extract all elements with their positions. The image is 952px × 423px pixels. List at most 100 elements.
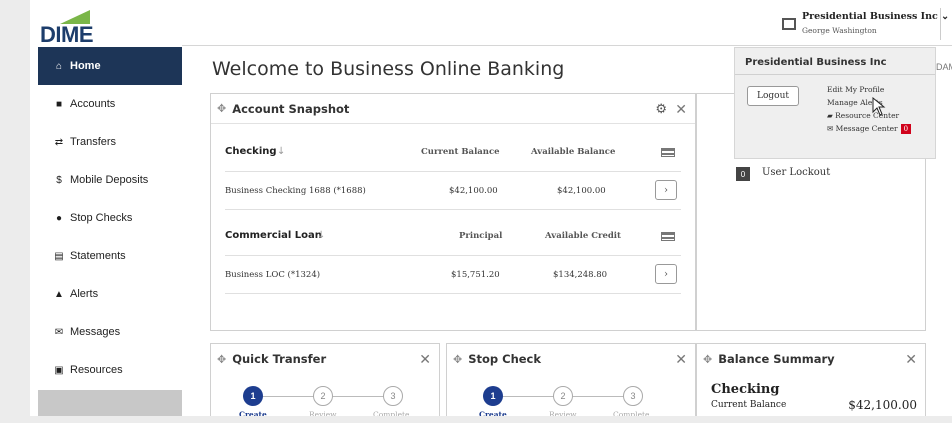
sidebar-item-label: Resources (70, 364, 123, 376)
resource-center-label: Resource Center (835, 111, 900, 120)
close-icon[interactable]: ✕ (675, 101, 687, 118)
current-balance-header: Current Balance (421, 147, 500, 157)
sidebar-item-label: Transfers (70, 136, 117, 148)
sidebar-item-messages[interactable]: ✉ Messages (38, 313, 182, 351)
dollar-icon: $ (56, 174, 62, 186)
sidebar-item-label: Stop Checks (70, 212, 133, 224)
account-name[interactable]: Business Checking 1688 (*1688) (225, 186, 366, 196)
chevron-down-icon: ⌄ (941, 11, 950, 22)
edit-profile-link[interactable]: Edit My Profile (827, 85, 884, 94)
home-icon: ⌂ (55, 60, 63, 72)
widget-header: ✥ Account Snapshot (211, 94, 695, 124)
loan-header-row: Commercial Loan ↓ Principal Available Cr… (225, 218, 681, 256)
principal-value: $15,751.20 (451, 270, 500, 280)
page-title: Welcome to Business Online Banking (212, 58, 565, 80)
checking-header-row: Checking ↓ Current Balance Available Bal… (225, 134, 681, 172)
sidebar-item-resources[interactable]: ▣ Resources (38, 351, 182, 389)
step-1: 1 (483, 386, 503, 406)
dime-logo[interactable]: DIME (38, 10, 98, 47)
chevron-right-icon[interactable]: › (655, 180, 677, 200)
account-name[interactable]: Business LOC (*1324) (225, 270, 320, 280)
current-balance-value: $42,100.00 (449, 186, 498, 196)
header-separator (940, 8, 941, 40)
book-icon: ▣ (54, 364, 64, 376)
widget-title: Account Snapshot (232, 101, 350, 116)
table-row[interactable]: Business LOC (*1324) $15,751.20 $134,248… (225, 256, 681, 294)
step-1: 1 (243, 386, 263, 406)
move-icon[interactable]: ✥ (217, 102, 226, 115)
chevron-right-icon[interactable]: › (655, 264, 677, 284)
widget-header: ✥ Balance Summary (697, 344, 925, 374)
step-3: 3 (623, 386, 643, 406)
widget-title: Quick Transfer (232, 352, 327, 366)
document-icon: ▤ (54, 250, 64, 262)
logout-button[interactable]: Logout (747, 86, 799, 106)
grid-icon[interactable] (661, 232, 675, 241)
transfer-icon: ⇄ (54, 136, 64, 148)
balance-row-value: $42,100.00 (848, 398, 917, 412)
balance-summary-widget: ✥ Balance Summary ✕ Checking Current Bal… (696, 343, 926, 423)
available-credit-value: $134,248.80 (553, 270, 608, 280)
sort-icon[interactable]: ↓ (277, 146, 285, 157)
dropdown-divider (735, 74, 935, 75)
grid-icon[interactable] (661, 148, 675, 157)
bottom-strip (0, 416, 952, 423)
message-center-label: Message Center (835, 124, 898, 133)
principal-header: Principal (459, 231, 503, 241)
sidebar-item-accounts[interactable]: ■ Accounts (38, 85, 182, 123)
sidebar-item-label: Statements (70, 250, 126, 262)
sidebar-item-stop-checks[interactable]: ● Stop Checks (38, 199, 182, 237)
sidebar-item-alerts[interactable]: ▲ Alerts (38, 275, 182, 313)
sidebar-item-label: Home (70, 60, 101, 72)
move-icon[interactable]: ✥ (453, 353, 462, 366)
step-3: 3 (383, 386, 403, 406)
close-icon[interactable]: ✕ (675, 351, 687, 368)
stop-check-widget: ✥ Stop Check ✕ 1 2 3 Create Review Compl… (446, 343, 696, 423)
sidebar-item-statements[interactable]: ▤ Statements (38, 237, 182, 275)
envelope-icon: ✉ (827, 124, 836, 133)
widget-header: ✥ Quick Transfer (211, 344, 439, 374)
sidebar: ⌂ Home ■ Accounts ⇄ Transfers $ Mobile D… (38, 47, 182, 423)
widget-header: ✥ Stop Check (447, 344, 695, 374)
envelope-icon: ✉ (54, 326, 64, 338)
sidebar-item-transfers[interactable]: ⇄ Transfers (38, 123, 182, 161)
sidebar-item-mobile-deposits[interactable]: $ Mobile Deposits (38, 161, 182, 199)
sidebar-item-label: Mobile Deposits (70, 174, 149, 186)
step-2: 2 (313, 386, 333, 406)
account-switcher[interactable]: Presidential Business Inc ⌄ George Washi… (774, 8, 949, 42)
close-icon[interactable]: ✕ (905, 351, 917, 368)
message-center-link[interactable]: ✉ Message Center 0 (827, 124, 912, 134)
available-balance-value: $42,100.00 (557, 186, 606, 196)
account-dropdown: Presidential Business Inc Logout Edit My… (734, 47, 936, 159)
resource-center-link[interactable]: ▰ Resource Center (827, 111, 899, 120)
widget-title: Balance Summary (718, 352, 835, 366)
account-user: George Washington (802, 26, 877, 35)
account-snapshot-widget: ✥ Account Snapshot ⚙ ✕ Checking ↓ Curren… (210, 93, 696, 331)
loan-header[interactable]: Commercial Loan (225, 230, 322, 241)
gear-icon[interactable]: ⚙ (655, 101, 667, 117)
page-frame: DIME ⌂ Home ■ Accounts ⇄ Transfers $ Mob… (30, 0, 952, 423)
balance-section-title: Checking (711, 382, 780, 397)
table-row[interactable]: Business Checking 1688 (*1688) $42,100.0… (225, 172, 681, 210)
mouse-cursor-icon (872, 97, 886, 116)
sidebar-item-label: Alerts (70, 288, 99, 300)
logo-text: DIME (40, 22, 94, 47)
header-divider (182, 45, 952, 46)
lockout-label[interactable]: User Lockout (762, 167, 830, 178)
move-icon[interactable]: ✥ (217, 353, 226, 366)
sidebar-item-label: Messages (70, 326, 121, 338)
message-count-badge: 0 (900, 124, 912, 134)
sidebar-item-home[interactable]: ⌂ Home (38, 47, 182, 85)
quick-transfer-widget: ✥ Quick Transfer ✕ 1 2 3 Create Review C… (210, 343, 440, 423)
close-icon[interactable]: ✕ (419, 351, 431, 368)
widget-title: Stop Check (468, 352, 542, 366)
move-icon[interactable]: ✥ (703, 353, 712, 366)
available-balance-header: Available Balance (531, 147, 616, 157)
bell-icon: ▲ (54, 288, 64, 300)
account-name: Presidential Business Inc ⌄ (802, 11, 950, 22)
sort-icon[interactable]: ↓ (317, 230, 325, 241)
lockout-count-badge: 0 (736, 167, 750, 181)
dropdown-title: Presidential Business Inc (745, 57, 887, 68)
stop-icon: ● (55, 212, 63, 224)
checking-header[interactable]: Checking (225, 146, 277, 157)
